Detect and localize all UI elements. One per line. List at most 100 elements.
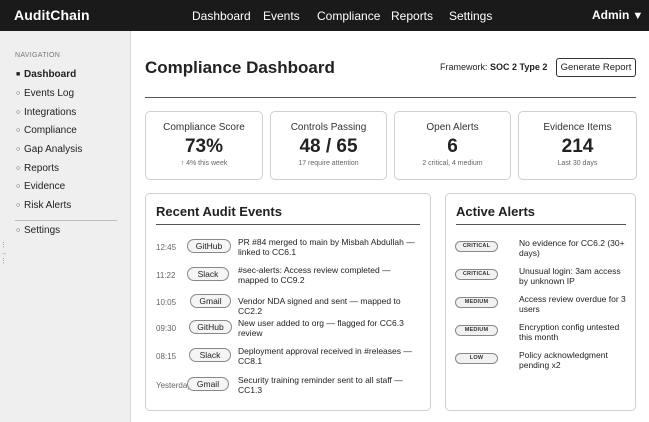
event-description: #sec-alerts: Access review completed — m…	[238, 265, 391, 285]
nav-compliance[interactable]: Compliance	[317, 9, 380, 23]
sidebar-item-reports[interactable]: ○ Reports	[16, 163, 59, 174]
circle-bullet-icon: ○	[16, 146, 21, 153]
sidebar-item-label: Compliance	[24, 125, 77, 136]
framework-label: Framework:	[440, 62, 488, 72]
alert-description: No evidence for CC6.2 (30+ days)	[519, 238, 625, 258]
alert-description: Access review overdue for 3 users	[519, 294, 626, 314]
event-row[interactable]: 12:45 GitHub PR #84 merged to main by Mi…	[146, 237, 436, 261]
sidebar-item-dashboard[interactable]: ■ Dashboard	[16, 69, 76, 80]
severity-badge: MEDIUM	[455, 297, 498, 308]
stat-card-compliance-score: Compliance Score 73% ↑ 4% this week	[145, 111, 263, 180]
sidebar-item-label: Events Log	[24, 88, 75, 99]
sidebar-item-label: Dashboard	[24, 69, 77, 80]
severity-badge: CRITICAL	[455, 269, 498, 280]
event-time: 09:30	[156, 324, 177, 333]
event-time: 08:15	[156, 352, 177, 361]
circle-bullet-icon: ○	[16, 227, 21, 234]
alert-description: Encryption config untested this month	[519, 322, 620, 342]
source-tag-github[interactable]: GitHub	[187, 239, 231, 253]
user-menu-label: Admin	[592, 8, 630, 22]
stat-value: 73%	[184, 136, 224, 157]
alert-row[interactable]: MEDIUM Encryption config untested this m…	[446, 322, 636, 345]
sidebar-heading: NAVIGATION	[15, 52, 61, 59]
framework-indicator: Framework: SOC 2 Type 2	[440, 62, 547, 72]
sidebar-item-events-log[interactable]: ○ Events Log	[16, 88, 74, 99]
panel-title: Recent Audit Events	[156, 204, 282, 219]
stat-subtext: 2 critical, 4 medium	[422, 160, 483, 167]
event-row[interactable]: 09:30 GitHub New user added to org — fla…	[146, 318, 436, 342]
sidebar-item-label: Gap Analysis	[24, 144, 83, 155]
alert-description: Policy acknowledgment pending x2	[519, 350, 608, 370]
sidebar-item-label: Evidence	[24, 181, 66, 192]
alert-row[interactable]: CRITICAL No evidence for CC6.2 (30+ days…	[446, 238, 636, 261]
stat-card-evidence-items: Evidence Items 214 Last 30 days	[518, 111, 637, 180]
sidebar-item-label: Reports	[24, 163, 60, 174]
stat-value: 6	[447, 136, 458, 157]
alert-row[interactable]: CRITICAL Unusual login: 3am access by un…	[446, 266, 636, 289]
alert-description: Unusual login: 3am access by unknown IP	[519, 266, 621, 286]
header-divider	[145, 97, 636, 98]
sidebar-item-compliance[interactable]: ○ Compliance	[16, 125, 77, 136]
stat-label: Compliance Score	[163, 122, 245, 133]
alert-row[interactable]: LOW Policy acknowledgment pending x2	[446, 350, 636, 373]
stat-subtext: 17 require attention	[298, 160, 359, 167]
severity-badge: LOW	[455, 353, 498, 364]
stat-value: 214	[561, 136, 594, 157]
event-description: PR #84 merged to main by Misbah Abdullah…	[238, 237, 415, 257]
sidebar-item-settings[interactable]: ○ Settings	[16, 225, 60, 236]
sidebar-item-integrations[interactable]: ○ Integrations	[16, 107, 76, 118]
source-tag-slack[interactable]: Slack	[187, 267, 229, 281]
event-description: Vendor NDA signed and sent — mapped to C…	[238, 296, 401, 316]
sidebar-item-label: Integrations	[24, 107, 77, 118]
sidebar-item-label: Settings	[24, 225, 61, 236]
nav-reports[interactable]: Reports	[391, 9, 433, 23]
user-menu[interactable]: Admin ▼	[592, 8, 643, 22]
sidebar-item-label: Risk Alerts	[24, 200, 72, 211]
sidebar-item-risk-alerts[interactable]: ○ Risk Alerts	[16, 200, 71, 211]
source-tag-gmail[interactable]: Gmail	[187, 377, 229, 391]
source-tag-gmail[interactable]: Gmail	[190, 294, 231, 308]
stat-value: 48 / 65	[299, 136, 358, 157]
active-alerts-panel: Active Alerts CRITICAL No evidence for C…	[445, 193, 636, 411]
severity-badge: CRITICAL	[455, 241, 498, 252]
circle-bullet-icon: ○	[16, 202, 21, 209]
sidebar-divider	[15, 220, 117, 221]
panel-title: Active Alerts	[456, 204, 535, 219]
event-row[interactable]: 11:22 Slack #sec-alerts: Access review c…	[146, 265, 436, 289]
stat-subtext: ↑ 4% this week	[180, 160, 228, 167]
sidebar: NAVIGATION ■ Dashboard ○ Events Log ○ Integ…	[0, 31, 131, 422]
stat-label: Evidence Items	[543, 122, 612, 133]
nav-dashboard[interactable]: Dashboard	[192, 9, 251, 23]
drag-handle-icon[interactable]: ⋮ → ⋮	[0, 242, 7, 266]
event-row[interactable]: 10:05 Gmail Vendor NDA signed and sent —…	[146, 294, 436, 316]
stat-card-open-alerts: Open Alerts 6 2 critical, 4 medium	[394, 111, 511, 180]
square-bullet-icon: ■	[16, 71, 21, 78]
event-description: New user added to org — flagged for CC6.…	[238, 318, 404, 338]
alert-row[interactable]: MEDIUM Access review overdue for 3 users	[446, 294, 636, 317]
event-time: Yesterday	[156, 381, 192, 390]
stat-card-controls-passing: Controls Passing 48 / 65 17 require atte…	[270, 111, 387, 180]
source-tag-github[interactable]: GitHub	[189, 320, 232, 334]
event-row[interactable]: 08:15 Slack Deployment approval received…	[146, 346, 436, 370]
circle-bullet-icon: ○	[16, 90, 21, 97]
sidebar-item-gap-analysis[interactable]: ○ Gap Analysis	[16, 144, 82, 155]
framework-value: SOC 2 Type 2	[490, 62, 548, 72]
stat-subtext: Last 30 days	[557, 160, 598, 167]
chevron-down-icon: ▼	[632, 10, 644, 22]
event-row[interactable]: Yesterday Gmail Security training remind…	[146, 375, 436, 399]
event-time: 12:45	[156, 243, 177, 252]
top-bar: AuditChain Dashboard Events Compliance R…	[0, 0, 649, 31]
nav-events[interactable]: Events	[263, 9, 300, 23]
app-brand[interactable]: AuditChain	[14, 7, 90, 23]
circle-bullet-icon: ○	[16, 183, 21, 190]
sidebar-item-evidence[interactable]: ○ Evidence	[16, 181, 65, 192]
circle-bullet-icon: ○	[16, 109, 21, 116]
page-title: Compliance Dashboard	[145, 58, 335, 77]
stat-label: Controls Passing	[290, 122, 367, 133]
source-tag-slack[interactable]: Slack	[189, 348, 231, 362]
recent-audit-events-panel: Recent Audit Events 12:45 GitHub PR #84 …	[145, 193, 431, 411]
event-time: 10:05	[156, 298, 177, 307]
circle-bullet-icon: ○	[16, 127, 21, 134]
generate-report-button[interactable]: Generate Report	[556, 58, 636, 77]
nav-settings[interactable]: Settings	[449, 9, 492, 23]
